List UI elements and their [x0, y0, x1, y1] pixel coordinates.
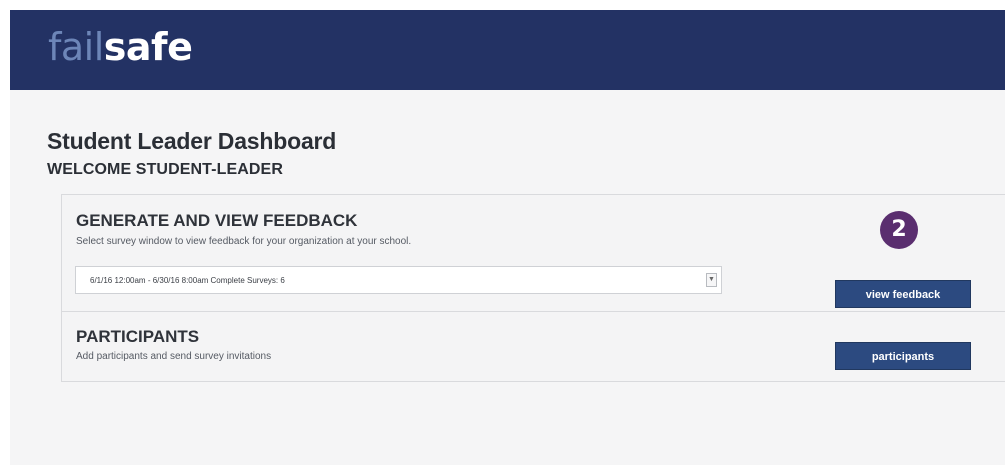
welcome-subtitle: WELCOME STUDENT-LEADER — [47, 161, 283, 178]
chevron-down-icon[interactable]: ▼ — [706, 273, 717, 287]
logo-safe-text: safe — [103, 25, 193, 69]
failsafe-logo[interactable]: failsafe — [48, 22, 193, 72]
participants-section-title: PARTICIPANTS — [76, 327, 200, 346]
logo-fail-text: fail — [48, 25, 104, 69]
survey-window-select[interactable]: 6/1/16 12:00am - 6/30/16 8:00am Complete… — [75, 266, 722, 294]
step-number-badge: 2 — [880, 211, 918, 249]
feedback-section-description: Select survey window to view feedback fo… — [76, 236, 412, 247]
participants-section: PARTICIPANTS Add participants and send s… — [62, 312, 1005, 381]
participants-section-description: Add participants and send survey invitat… — [76, 351, 272, 362]
survey-window-selected-value: 6/1/16 12:00am - 6/30/16 8:00am Complete… — [90, 276, 285, 285]
participants-button[interactable]: participants — [835, 342, 971, 370]
page-title: Student Leader Dashboard — [47, 128, 337, 154]
app-window: failsafe Student Leader Dashboard WELCOM… — [10, 10, 1005, 465]
top-header-bar: failsafe — [10, 10, 1005, 90]
feedback-section-title: GENERATE AND VIEW FEEDBACK — [76, 211, 358, 230]
feedback-section: GENERATE AND VIEW FEEDBACK Select survey… — [62, 195, 1005, 312]
dashboard-panel: GENERATE AND VIEW FEEDBACK Select survey… — [61, 194, 1005, 382]
view-feedback-button[interactable]: view feedback — [835, 280, 971, 308]
